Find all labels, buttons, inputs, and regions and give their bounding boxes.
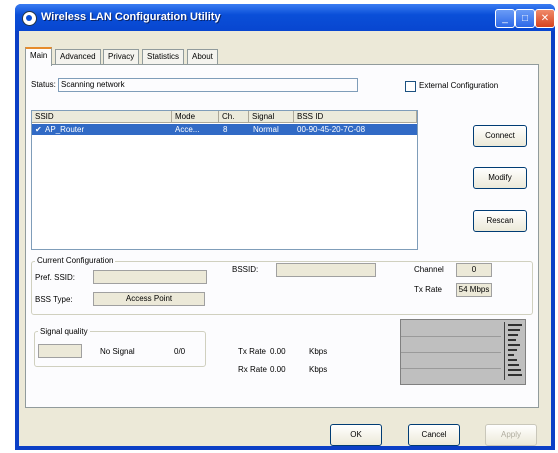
bssid-label: BSSID: [232, 265, 259, 274]
status-label: Status: [31, 80, 56, 89]
graph-scale-tick [508, 354, 514, 356]
rescan-button[interactable]: Rescan [473, 210, 527, 232]
graph-scale-tick [508, 329, 520, 331]
graph-scale-tick [508, 344, 520, 346]
app-icon [22, 11, 37, 26]
graph-scale-tick [508, 364, 519, 366]
row-channel: 8 [223, 125, 228, 134]
column-header-bssid[interactable]: BSS ID [294, 111, 417, 123]
graph-scale-tick [508, 374, 522, 376]
signal-status: No Signal [100, 347, 135, 356]
signal-quality-label: Signal quality [38, 327, 90, 336]
network-connected-icon: ✔ [35, 125, 42, 134]
column-header-signal[interactable]: Signal [249, 111, 294, 123]
signal-quality-bar [38, 344, 82, 358]
tx-rate-field: 54 Mbps [456, 283, 492, 297]
column-header-ssid[interactable]: SSID [32, 111, 172, 123]
tab-advanced[interactable]: Advanced [55, 49, 101, 64]
channel-field: 0 [456, 263, 492, 277]
rx-rate-stat-label: Rx Rate [238, 365, 267, 374]
bss-type-label: BSS Type: [35, 295, 73, 304]
network-row[interactable]: ✔ AP_Router Acce... 8 Normal 00-90-45-20… [32, 124, 417, 135]
row-ssid: AP_Router [45, 125, 85, 134]
signal-ratio: 0/0 [174, 347, 186, 356]
graph-gridline [401, 336, 501, 337]
column-header-mode[interactable]: Mode [172, 111, 219, 123]
pref-ssid-label: Pref. SSID: [35, 273, 76, 282]
window-title: Wireless LAN Configuration Utility [41, 11, 221, 23]
graph-scale-tick [508, 349, 517, 351]
cancel-button[interactable]: Cancel [408, 424, 460, 446]
status-field: Scanning network [58, 78, 358, 92]
bssid-field [276, 263, 376, 277]
ok-button[interactable]: OK [330, 424, 382, 446]
channel-label: Channel [414, 265, 444, 274]
tab-main[interactable]: Main [25, 47, 53, 66]
rx-rate-stat-value: 0.00 [270, 365, 286, 374]
external-config-label: External Configuration [419, 81, 499, 90]
title-bar[interactable]: Wireless LAN Configuration Utility _ □ ✕ [15, 4, 555, 31]
tx-rate-label: Tx Rate [414, 285, 443, 294]
close-icon[interactable]: ✕ [535, 9, 555, 28]
graph-scale-axis [504, 322, 505, 380]
maximize-icon[interactable]: □ [515, 9, 535, 28]
minimize-icon[interactable]: _ [495, 9, 515, 28]
pref-ssid-field [93, 270, 207, 284]
connect-button[interactable]: Connect [473, 125, 527, 147]
bss-type-field: Access Point [93, 292, 205, 306]
network-list[interactable]: SSID Mode Ch. Signal BSS ID ✔ AP_Router … [31, 110, 418, 250]
tx-rate-stat-label: Tx Rate [238, 347, 267, 356]
graph-scale-tick [508, 339, 516, 341]
current-configuration-title: Current Configuration [35, 256, 116, 265]
tab-statistics[interactable]: Statistics [142, 49, 185, 64]
apply-button[interactable]: Apply [485, 424, 537, 446]
app-window: Wireless LAN Configuration Utility _ □ ✕… [15, 4, 555, 450]
graph-scale-tick [508, 369, 521, 371]
graph-scale-tick [508, 334, 518, 336]
row-signal: Normal [253, 125, 279, 134]
row-bssid: 00-90-45-20-7C-08 [297, 125, 366, 134]
traffic-graph [400, 319, 526, 385]
tx-rate-stat-value: 0.00 [270, 347, 286, 356]
dialog-body: Main Advanced Privacy Statistics About S… [19, 31, 551, 446]
column-header-channel[interactable]: Ch. [219, 111, 249, 123]
graph-gridline [401, 368, 501, 369]
graph-scale-tick [508, 324, 522, 326]
rx-rate-stat-unit: Kbps [309, 365, 328, 374]
row-mode: Acce... [175, 125, 200, 134]
graph-gridline [401, 352, 501, 353]
tab-about[interactable]: About [187, 49, 218, 64]
modify-button[interactable]: Modify [473, 167, 527, 189]
graph-scale-tick [508, 359, 517, 361]
tab-privacy[interactable]: Privacy [103, 49, 140, 64]
tx-rate-stat-unit: Kbps [309, 347, 328, 356]
external-config-checkbox[interactable] [405, 81, 416, 92]
